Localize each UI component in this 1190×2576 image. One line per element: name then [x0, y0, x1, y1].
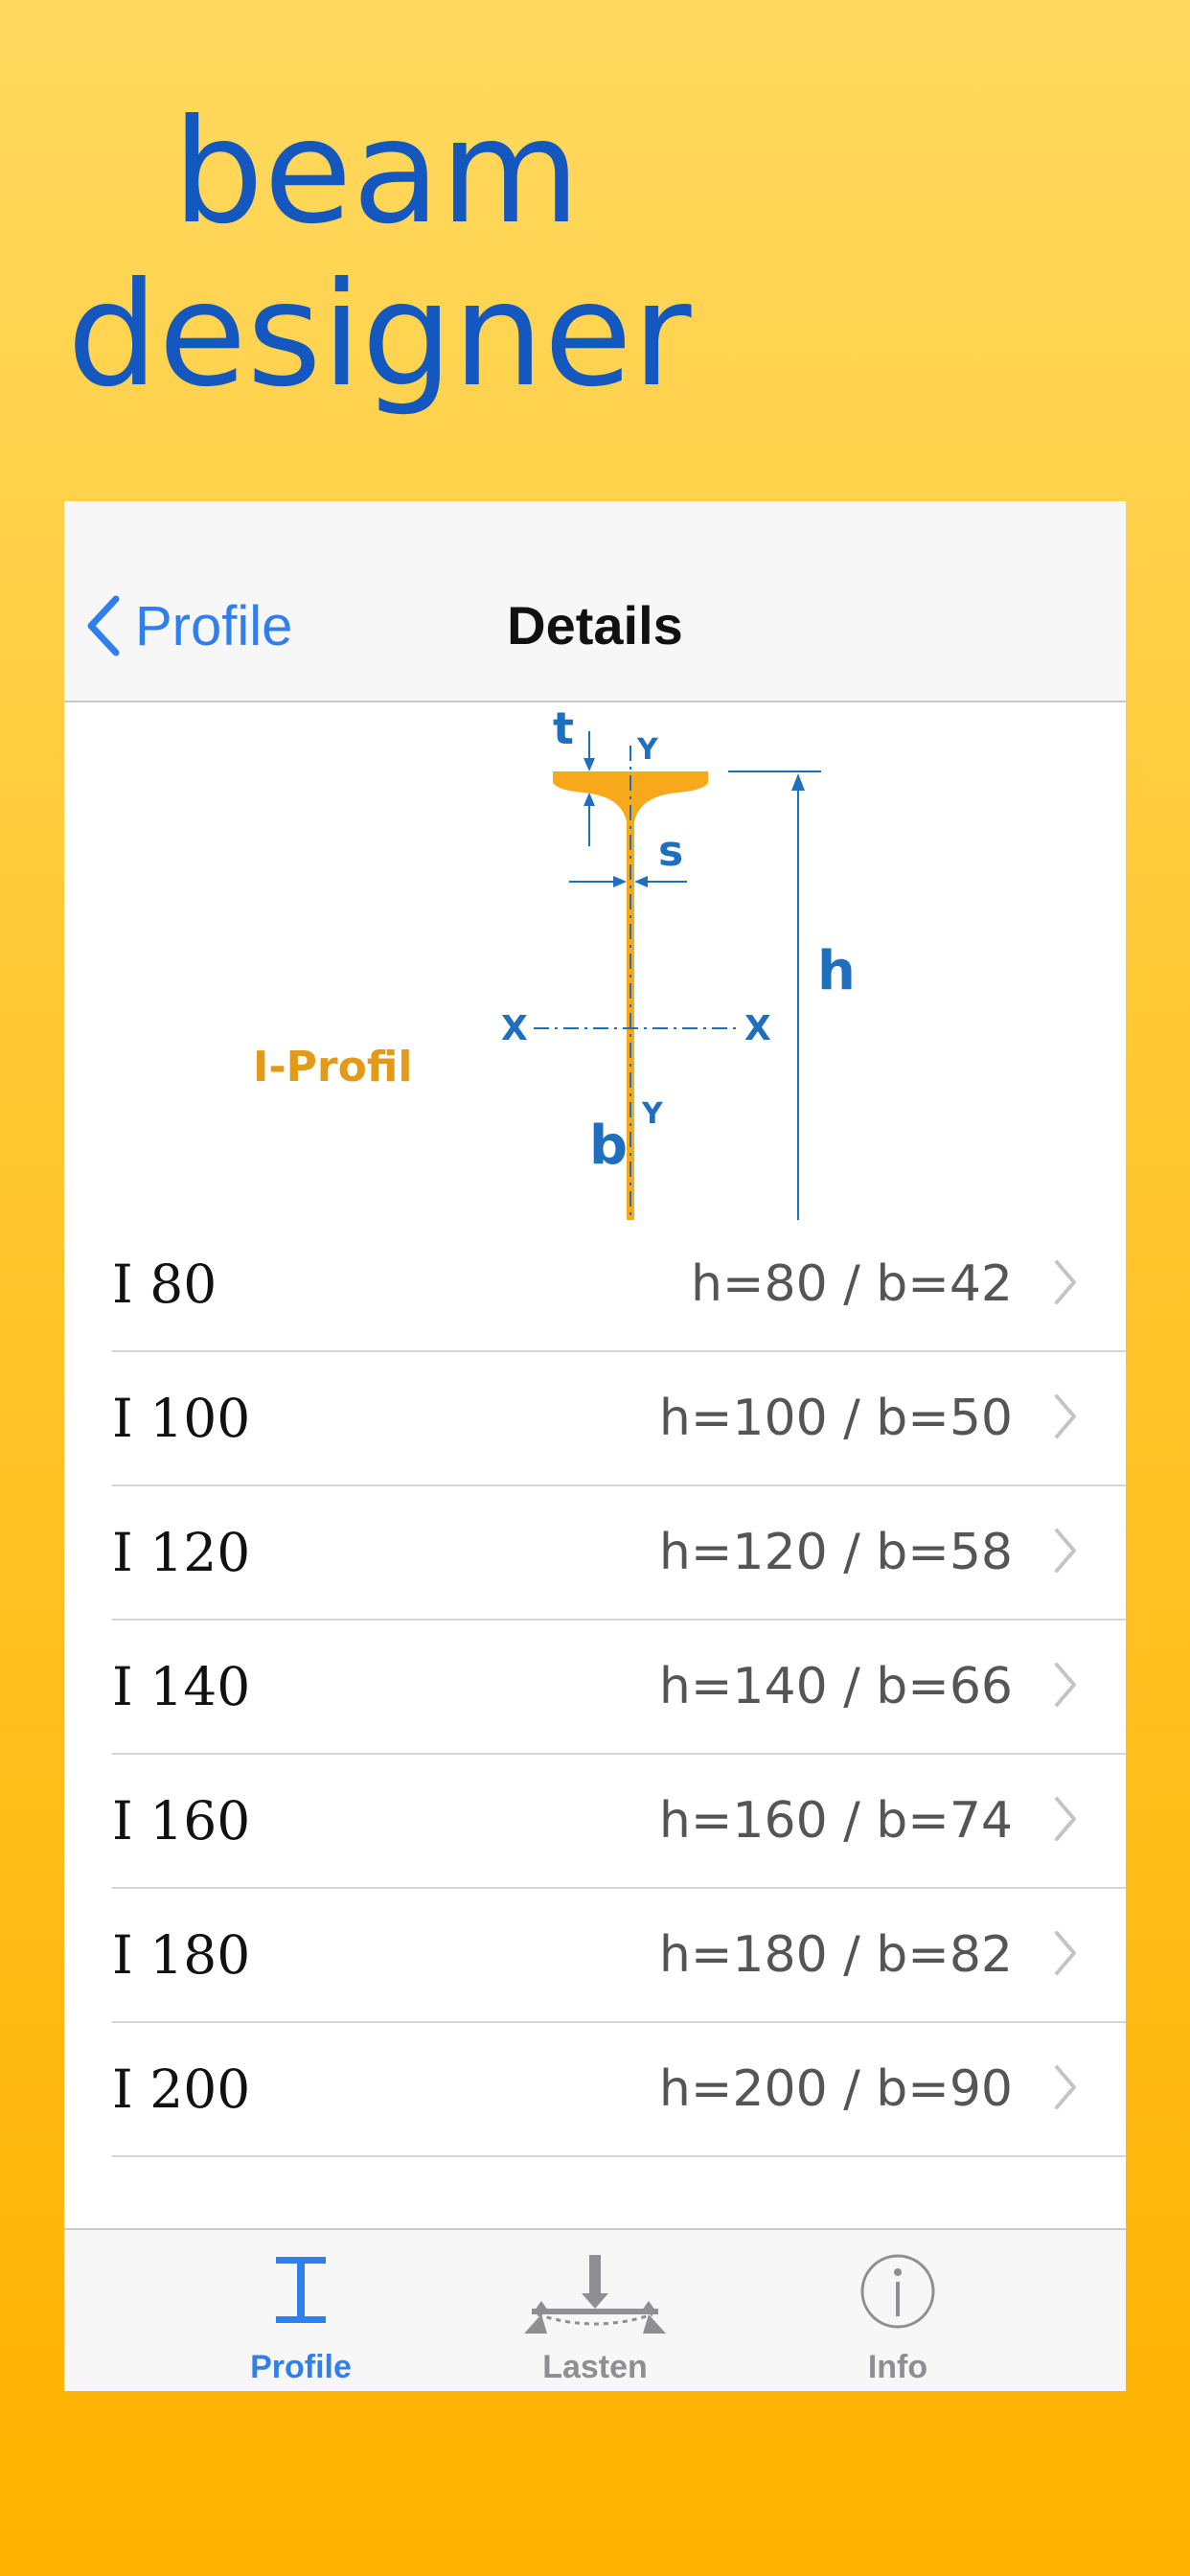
profile-dimensions: h=140 / b=66	[658, 1658, 1013, 1715]
i-profile-diagram: t Y s X X h Y b I-Profil	[64, 702, 1126, 1220]
tab-info-label: Info	[867, 2349, 928, 2385]
profile-name: I 100	[112, 1388, 251, 1449]
list-item[interactable]: I 140 h=140 / b=66	[112, 1621, 1126, 1755]
profile-dimensions: h=200 / b=90	[658, 2060, 1013, 2118]
profile-list: I 80 h=80 / b=42 I 100 h=100 / b=50 I 120 h=1…	[64, 1218, 1126, 2188]
profile-name: I 140	[112, 1656, 251, 1717]
chevron-right-icon	[1055, 1797, 1076, 1841]
navigation-bar: Profile Details	[64, 501, 1126, 702]
page-title: Details	[507, 595, 683, 656]
profile-name: I 80	[112, 1254, 217, 1315]
list-item[interactable]: I 120 h=120 / b=58	[112, 1486, 1126, 1621]
chevron-right-icon	[1055, 1394, 1076, 1438]
dimension-label-h: h	[817, 940, 856, 1002]
axis-label-y-top: Y	[637, 733, 658, 767]
tab-lasten-label: Lasten	[542, 2349, 648, 2385]
tab-info[interactable]: Info	[778, 2230, 1018, 2391]
profile-type-label: I-Profil	[253, 1043, 413, 1092]
list-item[interactable]: I 220 h=220 / b=98	[112, 2157, 1126, 2188]
profile-name: I 220	[112, 2157, 250, 2188]
tab-profile-label: Profile	[250, 2349, 352, 2385]
tab-bar: Profile Lasten Info	[64, 2228, 1126, 2391]
profile-dimensions: h=100 / b=50	[658, 1390, 1013, 1447]
profile-name: I 160	[112, 1790, 251, 1852]
dimension-label-b: b	[589, 1115, 629, 1177]
chevron-right-icon	[1055, 1931, 1076, 1975]
dimension-label-s: s	[658, 827, 684, 876]
list-item[interactable]: I 200 h=200 / b=90	[112, 2023, 1126, 2157]
profile-dimensions: h=220 / b=98	[659, 2157, 1013, 2188]
chevron-right-icon	[1055, 1529, 1076, 1573]
list-item[interactable]: I 160 h=160 / b=74	[112, 1755, 1126, 1889]
profile-name: I 180	[112, 1924, 251, 1986]
chevron-right-icon	[1055, 2065, 1076, 2109]
i-beam-icon	[276, 2257, 326, 2323]
tab-profile[interactable]: Profile	[181, 2230, 421, 2391]
info-icon	[860, 2254, 935, 2329]
chevron-right-icon	[1055, 1663, 1076, 1707]
chevron-right-icon	[1055, 1260, 1076, 1304]
load-icon	[524, 2255, 666, 2334]
promo-title-line-2: designer	[67, 252, 692, 419]
profile-dimensions: h=120 / b=58	[658, 1524, 1013, 1581]
list-item[interactable]: I 100 h=100 / b=50	[112, 1352, 1126, 1486]
profile-name: I 120	[112, 1522, 251, 1583]
app-screen: Profile Details t Y s X X h Y b I-Profil…	[64, 501, 1126, 2391]
dimension-label-t: t	[553, 702, 574, 754]
list-item[interactable]: I 180 h=180 / b=82	[112, 1889, 1126, 2023]
axis-label-x-left: X	[501, 1009, 528, 1048]
promo-title: beam designer	[67, 91, 692, 417]
profile-dimensions: h=160 / b=74	[658, 1792, 1013, 1850]
axis-label-x-right: X	[744, 1009, 771, 1048]
profile-dimensions: h=180 / b=82	[658, 1926, 1013, 1984]
axis-label-y-bottom: Y	[642, 1097, 663, 1131]
profile-dimensions: h=80 / b=42	[690, 1255, 1013, 1313]
list-item[interactable]: I 80 h=80 / b=42	[112, 1218, 1126, 1352]
promo-title-line-1: beam	[172, 89, 581, 256]
tab-lasten[interactable]: Lasten	[475, 2230, 715, 2391]
profile-name: I 200	[112, 2058, 251, 2120]
